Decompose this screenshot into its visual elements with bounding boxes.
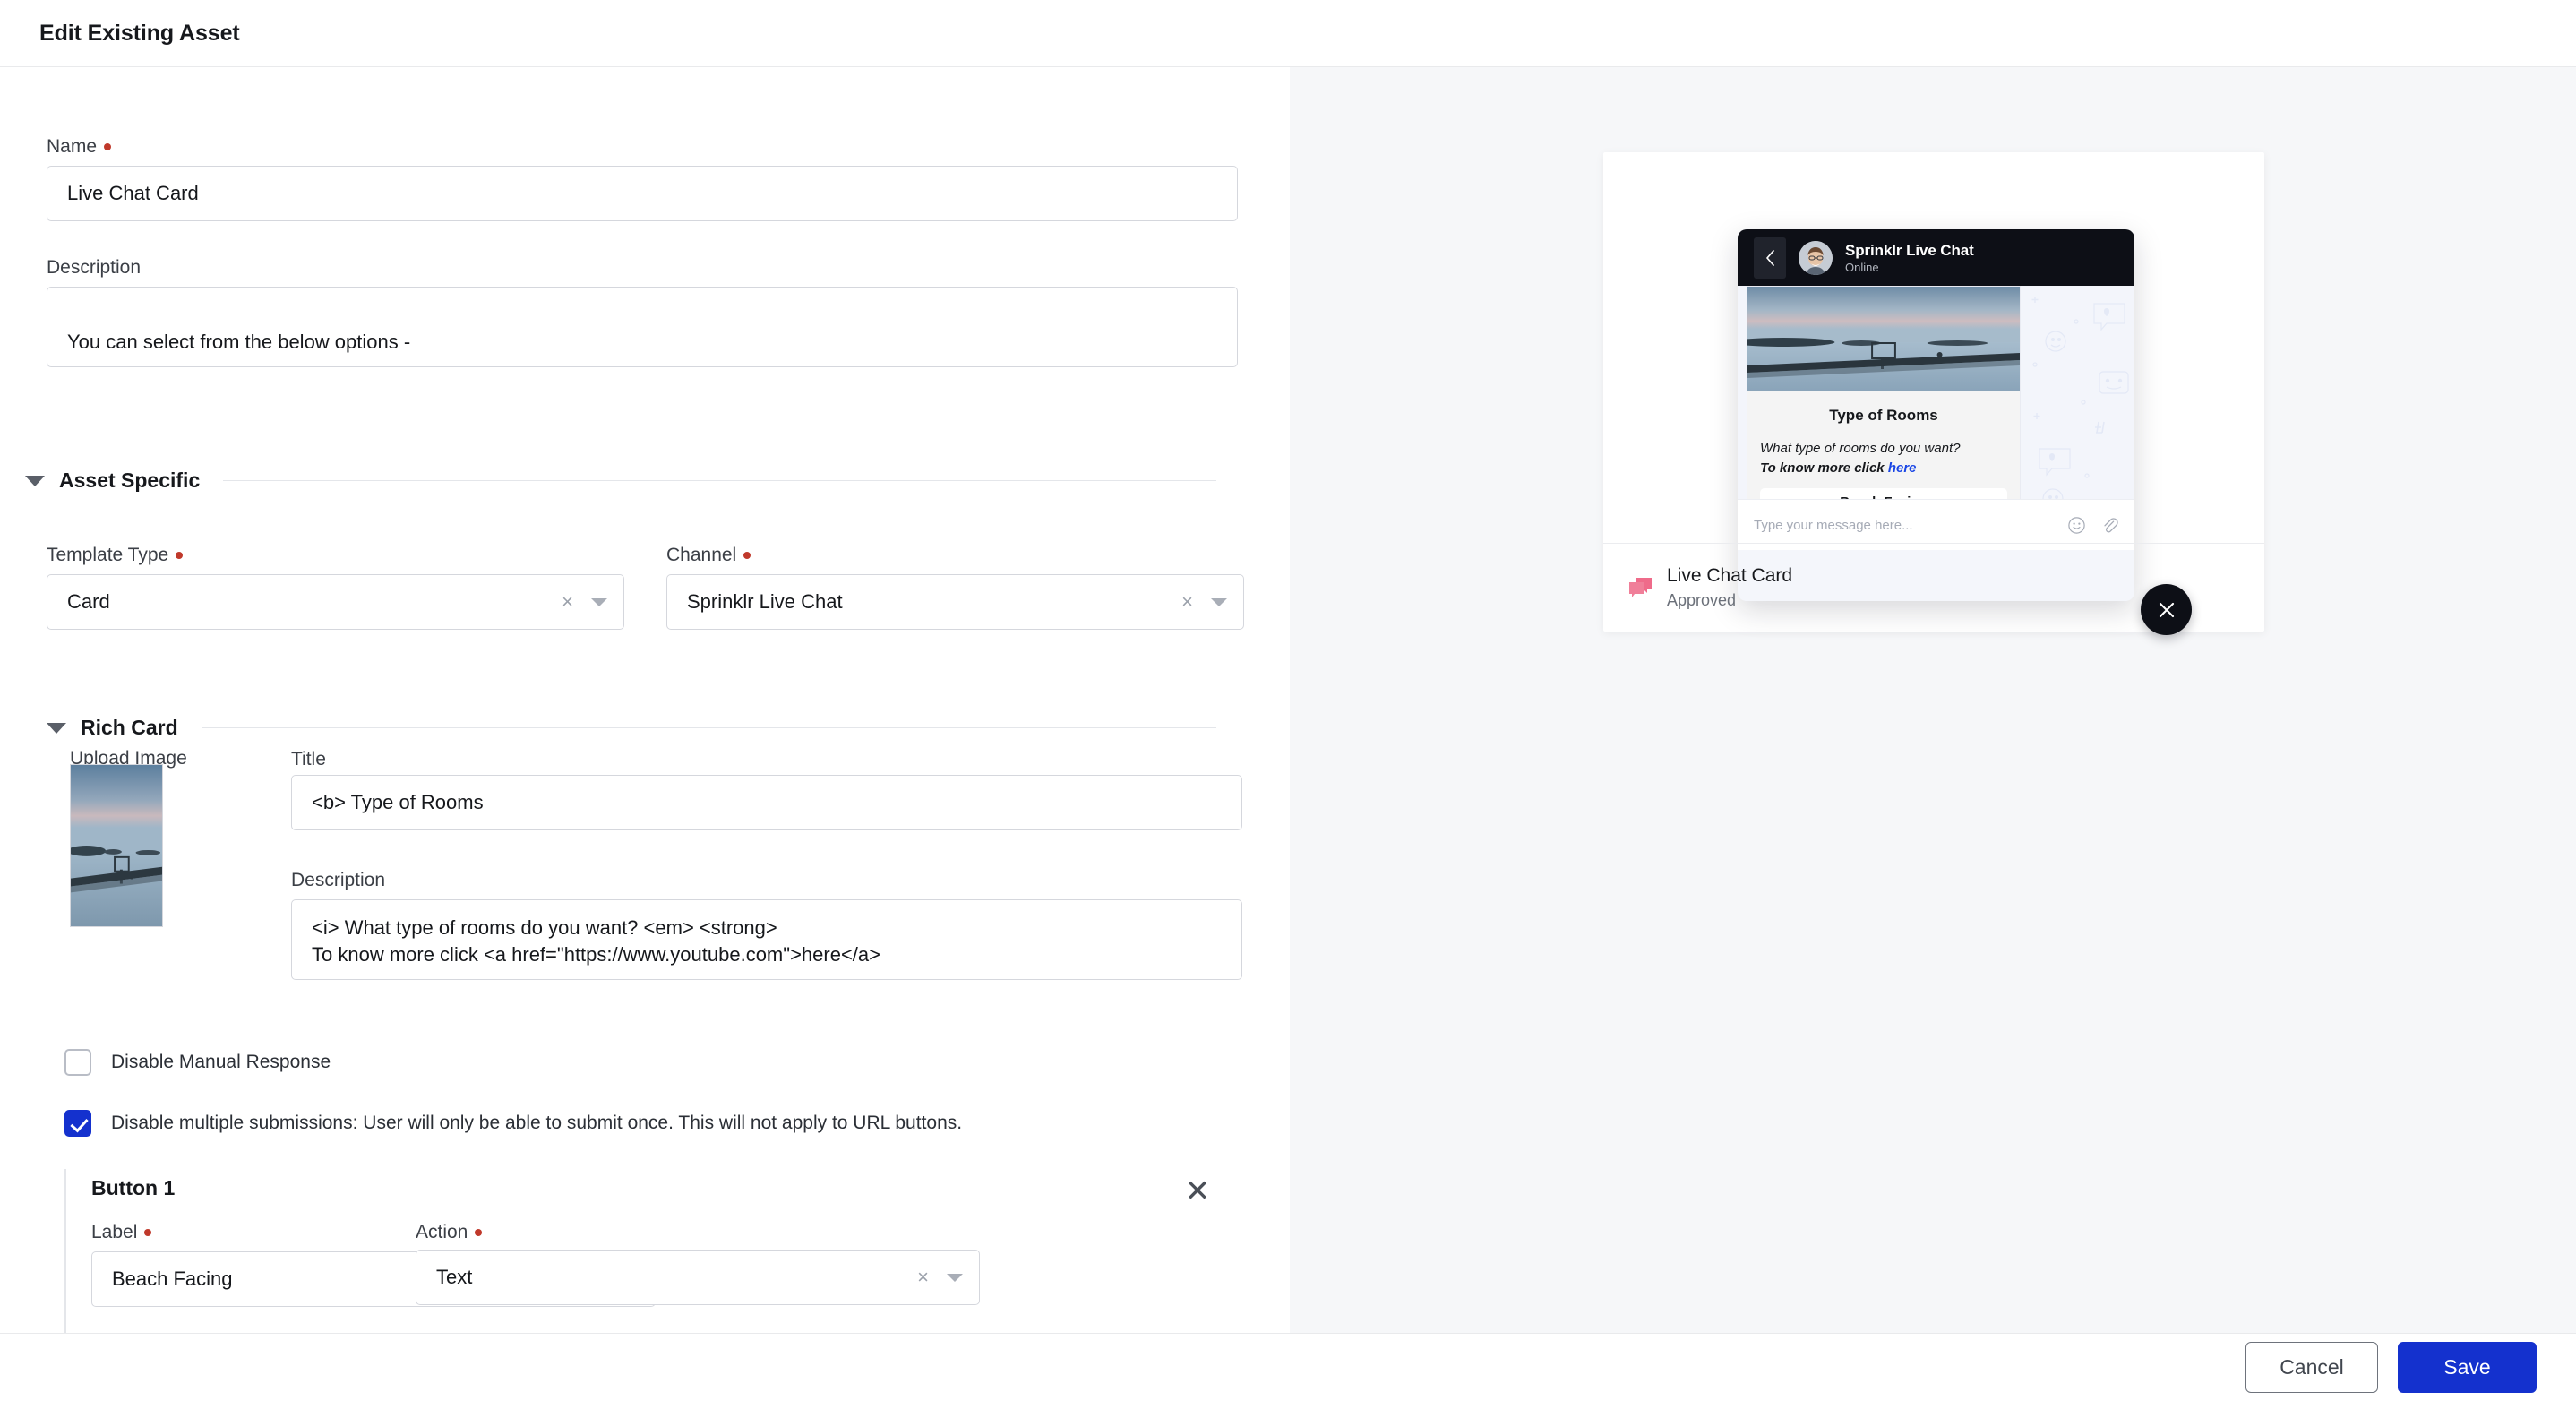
button-1-label-value: Beach Facing xyxy=(112,1268,233,1290)
modal-header: Edit Existing Asset xyxy=(0,0,2576,67)
button-1-action-label: Action xyxy=(416,1221,483,1244)
chevron-down-icon xyxy=(25,475,45,486)
description-input-value: You can select from the below options - xyxy=(67,331,411,353)
description-input[interactable]: You can select from the below options - xyxy=(47,287,1238,367)
asset-name: Live Chat Card xyxy=(1667,565,1793,586)
button-1-label-label: Label xyxy=(91,1221,152,1244)
asset-footer: Live Chat Card Approved xyxy=(1603,543,2264,632)
pier-photo-icon xyxy=(1747,287,2020,391)
cancel-button[interactable]: Cancel xyxy=(2245,1342,2378,1393)
chevron-down-icon[interactable] xyxy=(947,1273,963,1282)
rich-card-description-input[interactable]: <i> What type of rooms do you want? <em>… xyxy=(291,899,1242,980)
template-type-select[interactable]: Card × xyxy=(47,574,624,630)
button-1-action-select[interactable]: Text × xyxy=(416,1250,980,1305)
required-indicator-icon xyxy=(176,552,184,559)
template-type-value: Card xyxy=(67,590,110,613)
button-1-block: Button 1 ✕ Label Beach Facing Action Tex… xyxy=(64,1169,1238,1333)
chevron-down-icon[interactable] xyxy=(591,597,607,606)
rich-card-section-header[interactable]: Rich Card xyxy=(47,716,1216,740)
button-1-label-label-text: Label xyxy=(91,1222,138,1242)
chat-body: Type of Rooms What type of rooms do you … xyxy=(1738,286,2134,550)
name-label-text: Name xyxy=(47,136,98,157)
section-divider xyxy=(201,727,1216,728)
edit-asset-modal: Edit Existing Asset Name Live Chat Card … xyxy=(0,0,2576,1401)
bubble-title: Type of Rooms xyxy=(1829,407,1938,424)
bubble-description-line1: What type of rooms do you want? xyxy=(1760,441,1961,456)
clear-icon[interactable]: × xyxy=(917,1268,929,1287)
channel-label: Channel xyxy=(666,544,751,567)
channel-value: Sprinklr Live Chat xyxy=(687,590,843,613)
button-1-title: Button 1 xyxy=(91,1176,176,1199)
asset-preview-card: Sprinklr Live Chat Online Type of Rooms … xyxy=(1603,152,2264,635)
asset-specific-title: Asset Specific xyxy=(59,468,201,492)
name-label: Name xyxy=(47,135,112,159)
channel-select[interactable]: Sprinklr Live Chat × xyxy=(666,574,1244,630)
template-type-label: Template Type xyxy=(47,544,184,567)
template-type-label-text: Template Type xyxy=(47,545,169,565)
button-1-action-value: Text xyxy=(436,1266,473,1288)
description-label-text: Description xyxy=(47,257,142,278)
required-indicator-icon xyxy=(743,552,751,559)
preview-pane: Sprinklr Live Chat Online Type of Rooms … xyxy=(1290,67,2576,1333)
disable-manual-response-checkbox-row[interactable]: Disable Manual Response xyxy=(64,1049,331,1076)
rich-card-title-label-text: Title xyxy=(291,749,326,769)
button-1-action-label-text: Action xyxy=(416,1222,468,1242)
bubble-description: What type of rooms do you want? To know … xyxy=(1747,425,2020,482)
name-input-value: Live Chat Card xyxy=(67,182,199,204)
avatar xyxy=(1799,240,1833,275)
required-indicator-icon xyxy=(144,1229,152,1236)
channel-label-text: Channel xyxy=(666,545,737,565)
bubble-description-link[interactable]: here xyxy=(1888,460,1917,476)
modal-body: Name Live Chat Card Description You can … xyxy=(0,67,2576,1333)
disable-multiple-submissions-label: Disable multiple submissions: User will … xyxy=(111,1113,963,1133)
clear-icon[interactable]: × xyxy=(1181,592,1193,612)
close-icon[interactable]: ✕ xyxy=(1179,1173,1216,1210)
rich-card-title-input[interactable]: <b> Type of Rooms xyxy=(291,775,1242,830)
modal-footer: Cancel Save xyxy=(0,1333,2576,1401)
clear-icon[interactable]: × xyxy=(562,592,573,612)
required-indicator-icon xyxy=(475,1229,483,1236)
save-button[interactable]: Save xyxy=(2398,1342,2537,1393)
chat-message-input[interactable]: Type your message here... xyxy=(1754,518,2052,533)
section-divider xyxy=(223,480,1216,481)
emoji-icon[interactable] xyxy=(2068,516,2085,534)
rich-card-description-label: Description xyxy=(291,869,385,892)
agent-avatar-icon xyxy=(1799,240,1833,275)
chat-identity: Sprinklr Live Chat Online xyxy=(1845,242,1974,274)
checkbox-checked-icon[interactable] xyxy=(64,1110,91,1137)
status-badge: Approved xyxy=(1667,591,1737,609)
chevron-left-icon xyxy=(1765,249,1774,266)
asset-specific-section-header[interactable]: Asset Specific xyxy=(25,468,1216,493)
chat-agent-status: Online xyxy=(1845,260,1879,274)
asset-meta: Live Chat Card Approved xyxy=(1667,565,1792,610)
pier-photo-icon xyxy=(71,765,162,926)
chat-header: Sprinklr Live Chat Online xyxy=(1738,229,2134,286)
attachment-icon[interactable] xyxy=(2101,517,2118,534)
rich-card-title-value: <b> Type of Rooms xyxy=(312,791,484,813)
rich-card-title-label: Title xyxy=(291,748,326,771)
disable-multiple-submissions-checkbox-row[interactable]: Disable multiple submissions: User will … xyxy=(64,1110,962,1137)
chat-agent-name: Sprinklr Live Chat xyxy=(1845,241,1974,259)
form-pane: Name Live Chat Card Description You can … xyxy=(0,67,1290,1333)
rich-card-description-label-text: Description xyxy=(291,870,386,890)
disable-manual-response-label: Disable Manual Response xyxy=(111,1052,331,1072)
chat-card-icon xyxy=(1628,577,1653,599)
description-label: Description xyxy=(47,256,141,279)
chevron-down-icon[interactable] xyxy=(1211,597,1227,606)
required-indicator-icon xyxy=(104,143,112,150)
name-input[interactable]: Live Chat Card xyxy=(47,166,1238,221)
page-title: Edit Existing Asset xyxy=(39,20,240,46)
upload-image-thumbnail[interactable] xyxy=(70,764,163,927)
bubble-description-line2: To know more click xyxy=(1760,460,1888,476)
checkbox-icon[interactable] xyxy=(64,1049,91,1076)
chevron-down-icon xyxy=(47,722,66,734)
rich-card-title: Rich Card xyxy=(81,716,178,739)
back-button[interactable] xyxy=(1754,236,1786,279)
